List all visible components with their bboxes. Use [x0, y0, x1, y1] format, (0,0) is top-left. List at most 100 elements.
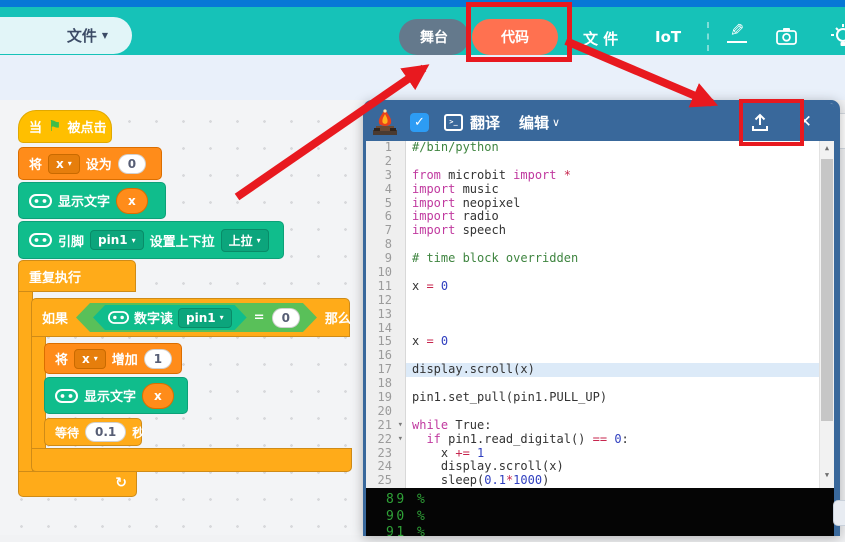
gutter-line[interactable]: 11	[366, 280, 405, 294]
camera-icon[interactable]	[776, 27, 797, 49]
code-line[interactable]	[412, 405, 819, 419]
code-line[interactable]	[412, 238, 819, 252]
gutter-line[interactable]: 6	[366, 210, 405, 224]
translate-button[interactable]: 翻译	[470, 112, 500, 133]
block-change-variable[interactable]: 将 x ▾ 增加 1	[44, 343, 182, 374]
code-line[interactable]: x += 1	[412, 447, 819, 461]
gutter-line[interactable]: 4	[366, 183, 405, 197]
code-line[interactable]: while True:	[412, 419, 819, 433]
tab-stage[interactable]: 舞台	[399, 19, 469, 55]
edit-menu-button[interactable]: 编辑 ∨	[519, 112, 560, 133]
gutter-line[interactable]: 17	[366, 363, 405, 377]
variable-reporter[interactable]: x	[142, 383, 174, 409]
close-icon[interactable]: ✕	[798, 112, 812, 132]
partial-side-button[interactable]	[833, 500, 845, 526]
code-line[interactable]	[412, 266, 819, 280]
block-show-text[interactable]: 显示文字 x	[44, 377, 188, 414]
terminal-icon[interactable]: >_	[444, 114, 463, 131]
gutter-line[interactable]: 20	[366, 405, 405, 419]
code-line[interactable]	[412, 294, 819, 308]
scroll-up-icon[interactable]: ▲	[820, 141, 834, 155]
file-menu-button[interactable]: 文件 ▼	[0, 17, 132, 54]
code-line[interactable]: # time block overridden	[412, 252, 819, 266]
block-forever-top[interactable]: 重复执行	[18, 260, 136, 292]
block-show-text[interactable]: 显示文字 x	[18, 182, 166, 219]
block-when-flag-clicked[interactable]: 当 ⚑ 被点击	[18, 110, 112, 143]
code-line[interactable]	[412, 155, 819, 169]
gutter-line[interactable]: 23	[366, 447, 405, 461]
block-set-variable[interactable]: 将 x ▾ 设为 0	[18, 147, 162, 180]
gutter-line[interactable]: 21▾	[366, 419, 405, 433]
code-line[interactable]	[412, 349, 819, 363]
value-input[interactable]: 1	[144, 349, 172, 369]
gutter-line[interactable]: 15	[366, 335, 405, 349]
variable-reporter[interactable]: x	[116, 188, 148, 214]
block-if-then[interactable]: 如果 数字读 pin1 ▾ = 0 那么	[31, 298, 350, 337]
tab-code[interactable]: 代码	[472, 19, 558, 55]
vertical-scrollbar[interactable]: ▲ ▼	[819, 141, 834, 488]
scroll-down-icon[interactable]: ▼	[820, 468, 834, 482]
gutter-line[interactable]: 24	[366, 460, 405, 474]
code-line[interactable]: display.scroll(x)	[412, 460, 819, 474]
value-input[interactable]: 0	[118, 154, 146, 174]
gutter-line[interactable]: 22▾	[366, 433, 405, 447]
code-line[interactable]: import radio	[412, 210, 819, 224]
code-line[interactable]: #/bin/python	[412, 141, 819, 155]
edit-pencil-icon[interactable]: ✎	[727, 23, 747, 43]
gutter-line[interactable]: 18	[366, 377, 405, 391]
loop-arrow-icon: ↻	[115, 475, 127, 491]
upload-icon[interactable]	[750, 113, 770, 132]
code-line[interactable]	[412, 308, 819, 322]
gutter-line[interactable]: 5	[366, 197, 405, 211]
code-line[interactable]: x = 0	[412, 280, 819, 294]
code-line[interactable]	[412, 322, 819, 336]
block-forever-bottom[interactable]: ↻	[18, 471, 137, 497]
block-pin-set-pull[interactable]: 引脚 pin1 ▾ 设置上下拉 上拉 ▾	[18, 221, 284, 259]
gutter-line[interactable]: 19	[366, 391, 405, 405]
gutter-line[interactable]: 8	[366, 238, 405, 252]
gutter-line[interactable]: 7	[366, 224, 405, 238]
code-line[interactable]	[412, 377, 819, 391]
code-line[interactable]: display.scroll(x)	[406, 363, 819, 377]
gutter-line[interactable]: 14	[366, 322, 405, 336]
variable-dropdown[interactable]: x ▾	[74, 349, 106, 369]
blocks-workspace[interactable]: 当 ⚑ 被点击 将 x ▾ 设为 0 显示文字 x 引脚 pin1 ▾ 设置上下…	[0, 100, 363, 535]
block-if-bottom[interactable]	[31, 448, 352, 472]
caret-down-icon: ▾	[132, 236, 136, 245]
nav-file[interactable]: 文 件	[583, 28, 618, 49]
gutter-line[interactable]: 25	[366, 474, 405, 488]
code-line[interactable]: if pin1.read_digital() == 0:	[412, 433, 819, 447]
equals-operator[interactable]: 数字读 pin1 ▾ = 0	[76, 303, 317, 332]
code-line[interactable]: from microbit import *	[412, 169, 819, 183]
gutter-line[interactable]: 10	[366, 266, 405, 280]
code-line[interactable]: x = 0	[412, 335, 819, 349]
gutter-line[interactable]: 13	[366, 308, 405, 322]
terminal-output[interactable]: 89 %90 %91 %	[366, 488, 834, 536]
pull-mode-dropdown[interactable]: 上拉 ▾	[221, 229, 269, 252]
gutter-line[interactable]: 9	[366, 252, 405, 266]
lightbulb-icon[interactable]	[831, 24, 845, 54]
digital-read-reporter[interactable]: 数字读 pin1 ▾	[93, 305, 247, 330]
code-line[interactable]: import speech	[412, 224, 819, 238]
code-line[interactable]: import music	[412, 183, 819, 197]
variable-dropdown[interactable]: x ▾	[48, 154, 80, 174]
pin-dropdown[interactable]: pin1 ▾	[90, 230, 144, 250]
fold-caret-icon[interactable]: ▾	[398, 433, 403, 447]
value-input[interactable]: 0.1	[85, 422, 126, 442]
gutter-line[interactable]: 2	[366, 155, 405, 169]
code-line[interactable]: pin1.set_pull(pin1.PULL_UP)	[412, 391, 819, 405]
gutter-line[interactable]: 16	[366, 349, 405, 363]
gutter-line[interactable]: 1	[366, 141, 405, 155]
scrollbar-thumb[interactable]	[821, 159, 833, 421]
gutter-line[interactable]: 3	[366, 169, 405, 183]
code-editor[interactable]: #/bin/pythonfrom microbit import *import…	[406, 141, 819, 488]
value-input[interactable]: 0	[272, 308, 300, 328]
gutter-line[interactable]: 12	[366, 294, 405, 308]
code-line[interactable]: sleep(0.1*1000)	[412, 474, 819, 488]
code-line[interactable]: import neopixel	[412, 197, 819, 211]
panel-checkbox[interactable]: ✓	[410, 113, 429, 132]
block-wait[interactable]: 等待 0.1 秒	[44, 418, 142, 446]
nav-iot[interactable]: IoT	[655, 28, 681, 46]
fold-caret-icon[interactable]: ▾	[398, 419, 403, 433]
pin-dropdown[interactable]: pin1 ▾	[178, 308, 232, 328]
